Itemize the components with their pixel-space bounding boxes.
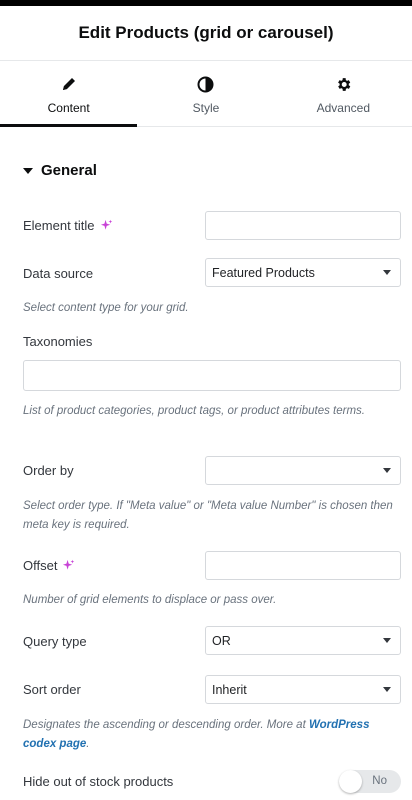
- offset-input[interactable]: [205, 551, 401, 580]
- sort-order-label: Sort order: [23, 682, 81, 697]
- query-type-select[interactable]: OR: [205, 626, 401, 655]
- tab-advanced-label: Advanced: [316, 101, 370, 115]
- query-type-label: Query type: [23, 634, 87, 649]
- chevron-down-icon: [383, 638, 391, 643]
- caret-down-icon: [23, 167, 33, 174]
- data-source-select[interactable]: Featured Products: [205, 258, 401, 287]
- toggle-knob: [339, 770, 362, 793]
- panel-title: Edit Products (grid or carousel): [78, 23, 334, 42]
- toggle-state-label: No: [372, 775, 387, 787]
- order-by-select[interactable]: [205, 456, 401, 485]
- panel-tabs: Content Style Advanced: [0, 62, 412, 127]
- sort-order-select[interactable]: Inherit: [205, 675, 401, 704]
- element-title-label: Element title: [23, 218, 113, 233]
- panel-header: Edit Products (grid or carousel): [0, 6, 412, 61]
- element-title-input[interactable]: [205, 211, 401, 240]
- contrast-icon: [197, 75, 215, 93]
- offset-label: Offset: [23, 558, 75, 573]
- pencil-icon: [60, 75, 78, 93]
- data-source-help: Select content type for your grid.: [23, 302, 189, 314]
- hide-out-of-stock-label: Hide out of stock products: [23, 774, 174, 789]
- ai-sparkle-icon[interactable]: [62, 559, 75, 572]
- taxonomies-help: List of product categories, product tags…: [23, 405, 365, 417]
- section-title: General: [41, 162, 97, 179]
- tab-content-label: Content: [47, 101, 90, 115]
- chevron-down-icon: [383, 687, 391, 692]
- data-source-value: Featured Products: [212, 265, 315, 280]
- tab-content[interactable]: Content: [0, 62, 138, 127]
- tab-advanced[interactable]: Advanced: [275, 62, 412, 126]
- sort-order-value: Inherit: [212, 682, 247, 697]
- order-by-label: Order by: [23, 463, 74, 478]
- offset-help: Number of grid elements to displace or p…: [23, 594, 277, 606]
- element-title-label-text: Element title: [23, 218, 95, 233]
- hide-out-of-stock-toggle[interactable]: No: [339, 770, 401, 793]
- sort-order-help-text: Designates the ascending or descending o…: [23, 719, 309, 731]
- data-source-label: Data source: [23, 266, 94, 281]
- taxonomies-input[interactable]: [23, 360, 401, 391]
- ai-sparkle-icon[interactable]: [100, 219, 113, 232]
- order-by-help: Select order type. If "Meta value" or "M…: [23, 500, 393, 531]
- chevron-down-icon: [383, 270, 391, 275]
- sort-order-help: Designates the ascending or descending o…: [23, 716, 403, 754]
- section-general-toggle[interactable]: General: [23, 162, 97, 179]
- query-type-value: OR: [212, 633, 231, 648]
- taxonomies-label: Taxonomies: [23, 334, 93, 349]
- tab-style[interactable]: Style: [137, 62, 274, 126]
- gear-icon: [334, 75, 352, 93]
- sort-order-help-suffix: .: [86, 738, 90, 750]
- chevron-down-icon: [383, 468, 391, 473]
- offset-label-text: Offset: [23, 558, 58, 573]
- tab-style-label: Style: [192, 101, 220, 115]
